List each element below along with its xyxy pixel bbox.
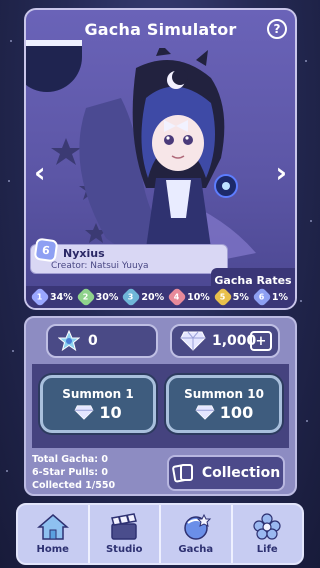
character-portrait <box>51 48 256 263</box>
diamond-icon <box>180 331 206 351</box>
summon-1-label: Summon 1 <box>62 386 134 401</box>
star-rank-badge: 6 <box>33 237 59 263</box>
total-gacha: Total Gacha: 0 <box>32 454 108 465</box>
cards-icon <box>171 464 193 483</box>
gem-counter: 1,000 + <box>170 324 280 358</box>
rate-item: 1 34% <box>30 287 73 307</box>
star-1-icon: 1 <box>30 287 50 307</box>
star-2-icon: 2 <box>75 287 96 307</box>
resource-row: 0 1,000 + <box>26 324 295 360</box>
nav-gacha-label: Gacha <box>178 544 214 555</box>
rate-item: 2 30% <box>75 287 119 307</box>
six-star-pulls: 6-Star Pulls: 0 <box>32 467 108 478</box>
summon-1-button[interactable]: Summon 1 10 <box>40 375 156 433</box>
summon-10-label: Summon 10 <box>184 386 264 401</box>
coin-counter: 0 <box>46 324 158 358</box>
rate-value: 5% <box>232 291 249 303</box>
rate-value: 10% <box>187 291 210 303</box>
nav-gacha[interactable]: Gacha <box>161 505 233 563</box>
collected-count: Collected 1/550 <box>32 480 116 491</box>
flower-icon <box>253 513 281 540</box>
diamond-icon <box>74 404 94 420</box>
star-3-icon: 3 <box>121 287 142 307</box>
collection-label: Collection <box>201 465 281 481</box>
star-rank-value: 6 <box>41 243 51 257</box>
rate-value: 34% <box>49 291 73 303</box>
summon-10-cost-value: 100 <box>219 402 254 422</box>
summon-1-cost-value: 10 <box>99 402 122 422</box>
gacha-rates-row: 1 34% 2 30% 3 20% 4 10% 5 5% 6 1% <box>26 286 295 308</box>
collection-button[interactable]: Collection <box>167 455 285 491</box>
summon-10-cost: 100 <box>195 403 253 422</box>
add-gems-button[interactable]: + <box>250 331 272 351</box>
character-creator: Creator: Natsui Yuuya <box>51 261 149 271</box>
nav-home[interactable]: Home <box>18 505 90 563</box>
rate-value: 20% <box>141 291 165 303</box>
nav-life[interactable]: Life <box>233 505 303 563</box>
nav-life-label: Life <box>256 544 278 555</box>
rate-value: 1% <box>271 291 289 303</box>
star-5-icon: 5 <box>212 287 233 307</box>
control-panel: 0 1,000 + Summon 1 10 Summon 10 100 Tota… <box>24 316 297 496</box>
summon-1-cost: 10 <box>74 402 122 422</box>
gacha-orb-icon <box>184 513 211 540</box>
summon-area: Summon 1 10 Summon 10 100 <box>32 364 289 448</box>
diamond-icon <box>195 404 215 420</box>
star-4-icon: 4 <box>167 287 187 307</box>
rate-item: 5 5% <box>212 287 249 307</box>
bottom-nav: Home Studio Gacha Life <box>16 503 304 565</box>
character-name-plate: 6 Nyxius Creator: Natsui Yuuya <box>30 237 228 274</box>
nav-studio[interactable]: Studio <box>90 505 161 563</box>
coin-count: 0 <box>88 333 98 349</box>
rate-item: 3 20% <box>121 287 165 307</box>
clapperboard-icon <box>111 513 138 540</box>
character-scene: ‹ › <box>26 40 295 273</box>
film-plus-icon: + <box>255 333 267 349</box>
app-title: Gacha Simulator <box>84 19 237 39</box>
nav-studio-label: Studio <box>105 544 143 555</box>
help-button[interactable]: ? <box>267 19 287 39</box>
next-character-button[interactable]: › <box>275 156 287 189</box>
help-icon: ? <box>273 22 281 36</box>
character-name: Nyxius <box>63 247 105 260</box>
house-icon <box>36 514 69 540</box>
summon-10-button[interactable]: Summon 10 100 <box>166 375 282 433</box>
previous-character-button[interactable]: ‹ <box>34 156 46 189</box>
star-6-icon: 6 <box>251 287 272 307</box>
nav-home-label: Home <box>36 544 69 555</box>
rate-item: 6 1% <box>251 287 289 307</box>
rate-value: 30% <box>95 291 119 303</box>
gacha-stats: Total Gacha: 0 6-Star Pulls: 0 Collected… <box>32 453 115 492</box>
rate-item: 4 10% <box>167 287 210 307</box>
star-coin-icon <box>58 330 80 352</box>
character-card: Gacha Simulator ? ‹ › 6 Nyxius Creator: … <box>24 8 297 310</box>
